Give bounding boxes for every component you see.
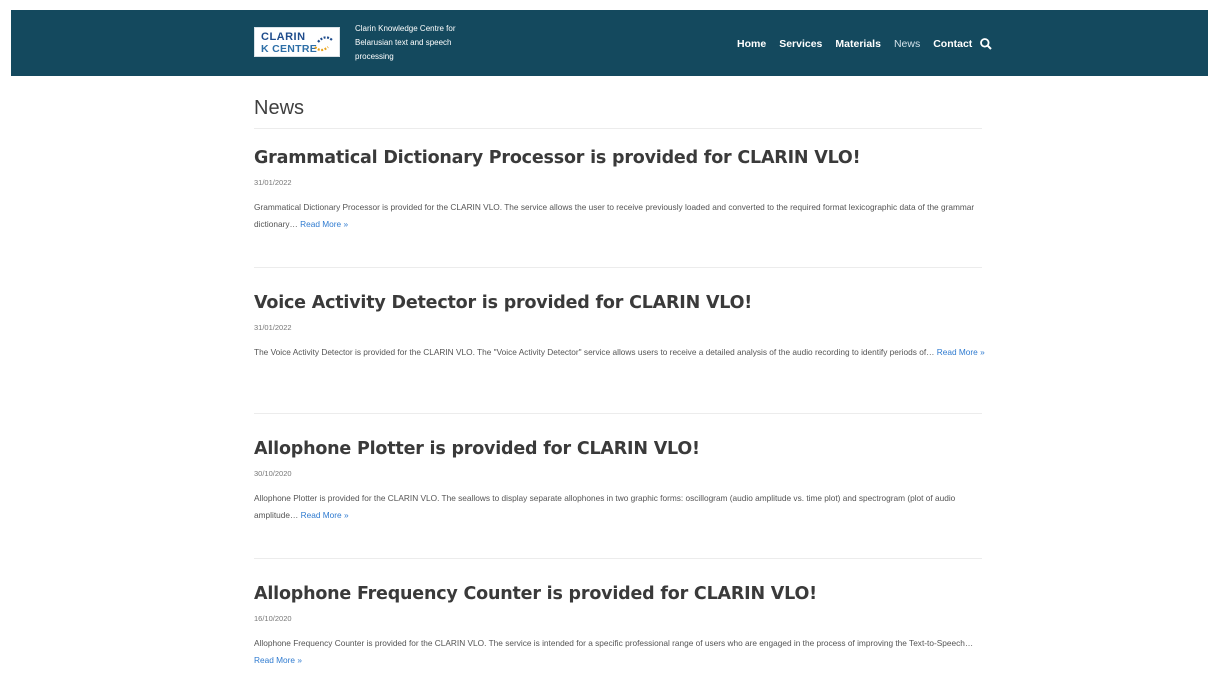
- post-title[interactable]: Voice Activity Detector is provided for …: [254, 293, 994, 313]
- post-date: 16/10/2020: [254, 614, 292, 623]
- logo-text-clarin: CLARIN: [261, 31, 306, 43]
- nav-materials[interactable]: Materials: [835, 38, 881, 50]
- post-excerpt-text: Allophone Frequency Counter is provided …: [254, 638, 974, 648]
- logo-text-kcentre: K CENTRE: [261, 43, 318, 55]
- news-post: Allophone Plotter is provided for CLARIN…: [254, 439, 994, 524]
- post-excerpt-text: Allophone Plotter is provided for the CL…: [254, 493, 956, 520]
- nav-news[interactable]: News: [894, 38, 920, 50]
- divider: [254, 413, 982, 414]
- page-title: News: [254, 97, 305, 119]
- post-excerpt: Grammatical Dictionary Processor is prov…: [254, 199, 994, 233]
- post-date: 31/01/2022: [254, 323, 292, 332]
- post-date: 30/10/2020: [254, 469, 292, 478]
- post-excerpt: The Voice Activity Detector is provided …: [254, 344, 994, 361]
- post-date: 31/01/2022: [254, 178, 292, 187]
- news-post: Grammatical Dictionary Processor is prov…: [254, 148, 994, 233]
- post-title[interactable]: Grammatical Dictionary Processor is prov…: [254, 148, 994, 168]
- post-excerpt-text: Grammatical Dictionary Processor is prov…: [254, 202, 975, 229]
- site-header: [11, 10, 1208, 76]
- post-title[interactable]: Allophone Plotter is provided for CLARIN…: [254, 439, 994, 459]
- post-excerpt: Allophone Plotter is provided for the CL…: [254, 490, 994, 524]
- site-tagline: Clarin Knowledge Centre for Belarusian t…: [355, 24, 456, 61]
- logo-swirl-icon: [314, 36, 333, 52]
- nav-contact[interactable]: Contact: [933, 38, 972, 50]
- divider: [254, 267, 982, 268]
- post-excerpt: Allophone Frequency Counter is provided …: [254, 635, 994, 669]
- news-post: Allophone Frequency Counter is provided …: [254, 584, 994, 669]
- search-icon[interactable]: [979, 37, 993, 51]
- read-more-link[interactable]: Read More »: [254, 655, 302, 665]
- post-excerpt-text: The Voice Activity Detector is provided …: [254, 347, 935, 357]
- main-nav: Home Services Materials News Contact: [737, 37, 993, 51]
- post-title[interactable]: Allophone Frequency Counter is provided …: [254, 584, 994, 604]
- read-more-link[interactable]: Read More »: [300, 219, 348, 229]
- site-logo[interactable]: CLARIN K CENTRE: [254, 27, 340, 57]
- news-post: Voice Activity Detector is provided for …: [254, 293, 994, 361]
- nav-home[interactable]: Home: [737, 38, 766, 50]
- divider: [254, 128, 982, 129]
- read-more-link[interactable]: Read More »: [937, 347, 985, 357]
- divider: [254, 558, 982, 559]
- nav-services[interactable]: Services: [779, 38, 822, 50]
- read-more-link[interactable]: Read More »: [301, 510, 349, 520]
